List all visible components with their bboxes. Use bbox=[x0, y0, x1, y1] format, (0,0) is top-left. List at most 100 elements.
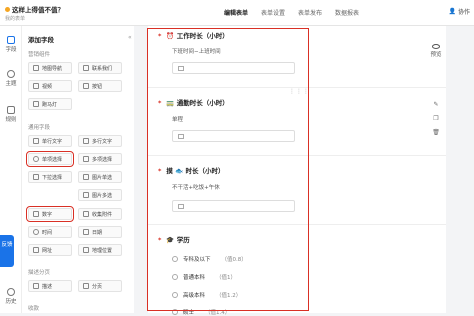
question-title[interactable]: * 🎓 学历 bbox=[158, 234, 190, 244]
rail-item-history[interactable]: 历史 bbox=[0, 288, 22, 305]
collab-button[interactable]: 👤 协作 bbox=[449, 7, 471, 16]
tab-publish[interactable]: 表单发布 bbox=[298, 8, 322, 17]
divider bbox=[148, 155, 446, 156]
number-icon bbox=[33, 211, 39, 217]
field-number[interactable]: 数字 bbox=[26, 206, 74, 222]
question-title[interactable]: * 摸 🐟 时长（小时） bbox=[158, 165, 225, 175]
field-label: 视频 bbox=[42, 83, 53, 90]
field-panel: 添加字段 « 营销组件 地图导航 联系我们 视频 按钮 跑马灯 通用字段 单行文… bbox=[22, 26, 134, 313]
question-label: 摸 🐟 时长（小时） bbox=[166, 167, 225, 175]
images-icon bbox=[83, 192, 89, 198]
field-label: 图片单选 bbox=[92, 174, 113, 181]
form-body: * ⏰ 工作时长（小时） 下班时间−上班时间 * 🚃 通勤时长（小时） 单程 * 摸 … bbox=[148, 26, 446, 316]
contact-icon bbox=[83, 65, 89, 71]
slack-input[interactable] bbox=[172, 200, 295, 212]
question-label: 🚃 通勤时长（小时） bbox=[166, 99, 229, 107]
field-location[interactable]: 地理位置 bbox=[78, 244, 122, 256]
textarea-icon bbox=[83, 138, 89, 144]
field-contact-us[interactable]: 联系我们 bbox=[78, 62, 122, 74]
field-image-multi[interactable]: 图片多选 bbox=[78, 189, 122, 201]
field-label: 按钮 bbox=[92, 83, 103, 90]
radio-option[interactable]: 普通本科 （值1） bbox=[172, 273, 236, 281]
tab-report[interactable]: 数据报表 bbox=[335, 8, 359, 17]
breadcrumb[interactable]: 我的表单 bbox=[5, 15, 25, 22]
field-label: 地理位置 bbox=[92, 247, 113, 254]
calendar-icon bbox=[83, 229, 89, 235]
field-multi-choice[interactable]: 多项选择 bbox=[78, 153, 122, 165]
drag-handle-icon[interactable]: ⋮⋮⋮ bbox=[289, 88, 310, 95]
field-map-nav[interactable]: 地图导航 bbox=[28, 62, 72, 74]
required-mark: * bbox=[158, 167, 162, 175]
field-pagination[interactable]: 分页 bbox=[78, 280, 122, 292]
field-marquee[interactable]: 跑马灯 bbox=[28, 98, 72, 110]
field-label: 多行文字 bbox=[92, 138, 113, 145]
field-label: 数字 bbox=[42, 211, 53, 218]
rail-label: 历史 bbox=[5, 299, 17, 305]
rail-item-fields[interactable]: 字段 bbox=[0, 36, 22, 53]
field-single-line[interactable]: 单行文字 bbox=[28, 135, 72, 147]
edit-icon[interactable]: ✎ bbox=[429, 101, 443, 108]
field-label: 网址 bbox=[42, 247, 53, 254]
copy-icon[interactable]: ❐ bbox=[429, 115, 443, 122]
field-label: 描述 bbox=[42, 283, 53, 290]
top-bar: 这样上得值不值？ 我的表单 编辑表单 表单设置 表单发布 数据报表 👤 协作 bbox=[0, 0, 474, 26]
section-title: 描述分页 bbox=[28, 270, 51, 276]
tab-settings[interactable]: 表单设置 bbox=[261, 8, 285, 17]
commute-input[interactable] bbox=[172, 130, 295, 142]
app-title[interactable]: 这样上得值不值？ bbox=[5, 4, 64, 14]
video-icon bbox=[33, 83, 39, 89]
clock-icon bbox=[33, 229, 39, 235]
fields-icon bbox=[7, 36, 15, 44]
field-image-single[interactable]: 图片单选 bbox=[78, 171, 122, 183]
history-icon bbox=[7, 288, 15, 296]
people-icon: 👤 bbox=[448, 8, 456, 15]
required-mark: * bbox=[158, 32, 162, 40]
option-label: 高级本科 bbox=[183, 293, 206, 299]
radio-icon bbox=[172, 274, 178, 280]
field-time[interactable]: 时间 bbox=[28, 226, 72, 238]
field-attachment[interactable]: 收集附件 bbox=[78, 208, 122, 220]
divider bbox=[148, 224, 446, 225]
tab-edit[interactable]: 编辑表单 bbox=[224, 8, 248, 17]
field-label: 单项选择 bbox=[42, 156, 63, 163]
field-single-choice[interactable]: 单项选择 bbox=[26, 151, 74, 167]
question-desc: 单程 bbox=[172, 117, 184, 123]
rail-item-theme[interactable]: 主题 bbox=[0, 70, 22, 87]
question-label: 🎓 学历 bbox=[166, 236, 190, 244]
field-date[interactable]: 日期 bbox=[78, 226, 122, 238]
field-description[interactable]: 描述 bbox=[28, 280, 72, 292]
field-label: 下拉选择 bbox=[42, 174, 63, 181]
option-label: 普通本科 bbox=[183, 275, 206, 281]
field-dropdown[interactable]: 下拉选择 bbox=[28, 171, 72, 183]
text-icon bbox=[33, 138, 39, 144]
field-video[interactable]: 视频 bbox=[28, 80, 72, 92]
question-title[interactable]: * 🚃 通勤时长（小时） bbox=[158, 97, 229, 107]
radio-option[interactable]: 高级本科 （值1.2） bbox=[172, 291, 241, 299]
field-button[interactable]: 按钮 bbox=[78, 80, 122, 92]
section-title: 收款 bbox=[28, 306, 40, 312]
image-icon bbox=[83, 174, 89, 180]
delete-icon[interactable]: 🗑 bbox=[429, 129, 443, 136]
rail-label: 字段 bbox=[5, 47, 17, 53]
radio-option[interactable]: 专科及以下 （值0.8） bbox=[172, 255, 247, 263]
time-input[interactable] bbox=[172, 62, 295, 74]
attachment-icon bbox=[83, 211, 89, 217]
field-multi-line[interactable]: 多行文字 bbox=[78, 135, 122, 147]
preview-label: 预览 bbox=[430, 52, 442, 58]
rail-item-rules[interactable]: 规则 bbox=[0, 106, 22, 123]
radio-option[interactable]: 硕士 （值1.4） bbox=[172, 308, 230, 316]
field-url[interactable]: 网址 bbox=[28, 244, 72, 256]
section-title: 通用字段 bbox=[28, 125, 51, 131]
required-mark: * bbox=[158, 99, 162, 107]
preview-button[interactable]: 预览 bbox=[426, 44, 446, 58]
question-title[interactable]: * ⏰ 工作时长（小时） bbox=[158, 30, 229, 40]
collapse-icon[interactable]: « bbox=[128, 34, 132, 41]
feedback-button[interactable]: 反馈 bbox=[0, 235, 14, 267]
field-label: 日期 bbox=[92, 229, 103, 236]
rail-label: 主题 bbox=[5, 81, 17, 87]
tab-bar: 编辑表单 表单设置 表单发布 数据报表 bbox=[224, 8, 359, 17]
form-title[interactable]: 这样上得值不值？ bbox=[12, 6, 64, 14]
collab-label: 协作 bbox=[457, 9, 470, 16]
radio-icon bbox=[172, 256, 178, 262]
field-label: 图片多选 bbox=[92, 192, 113, 199]
